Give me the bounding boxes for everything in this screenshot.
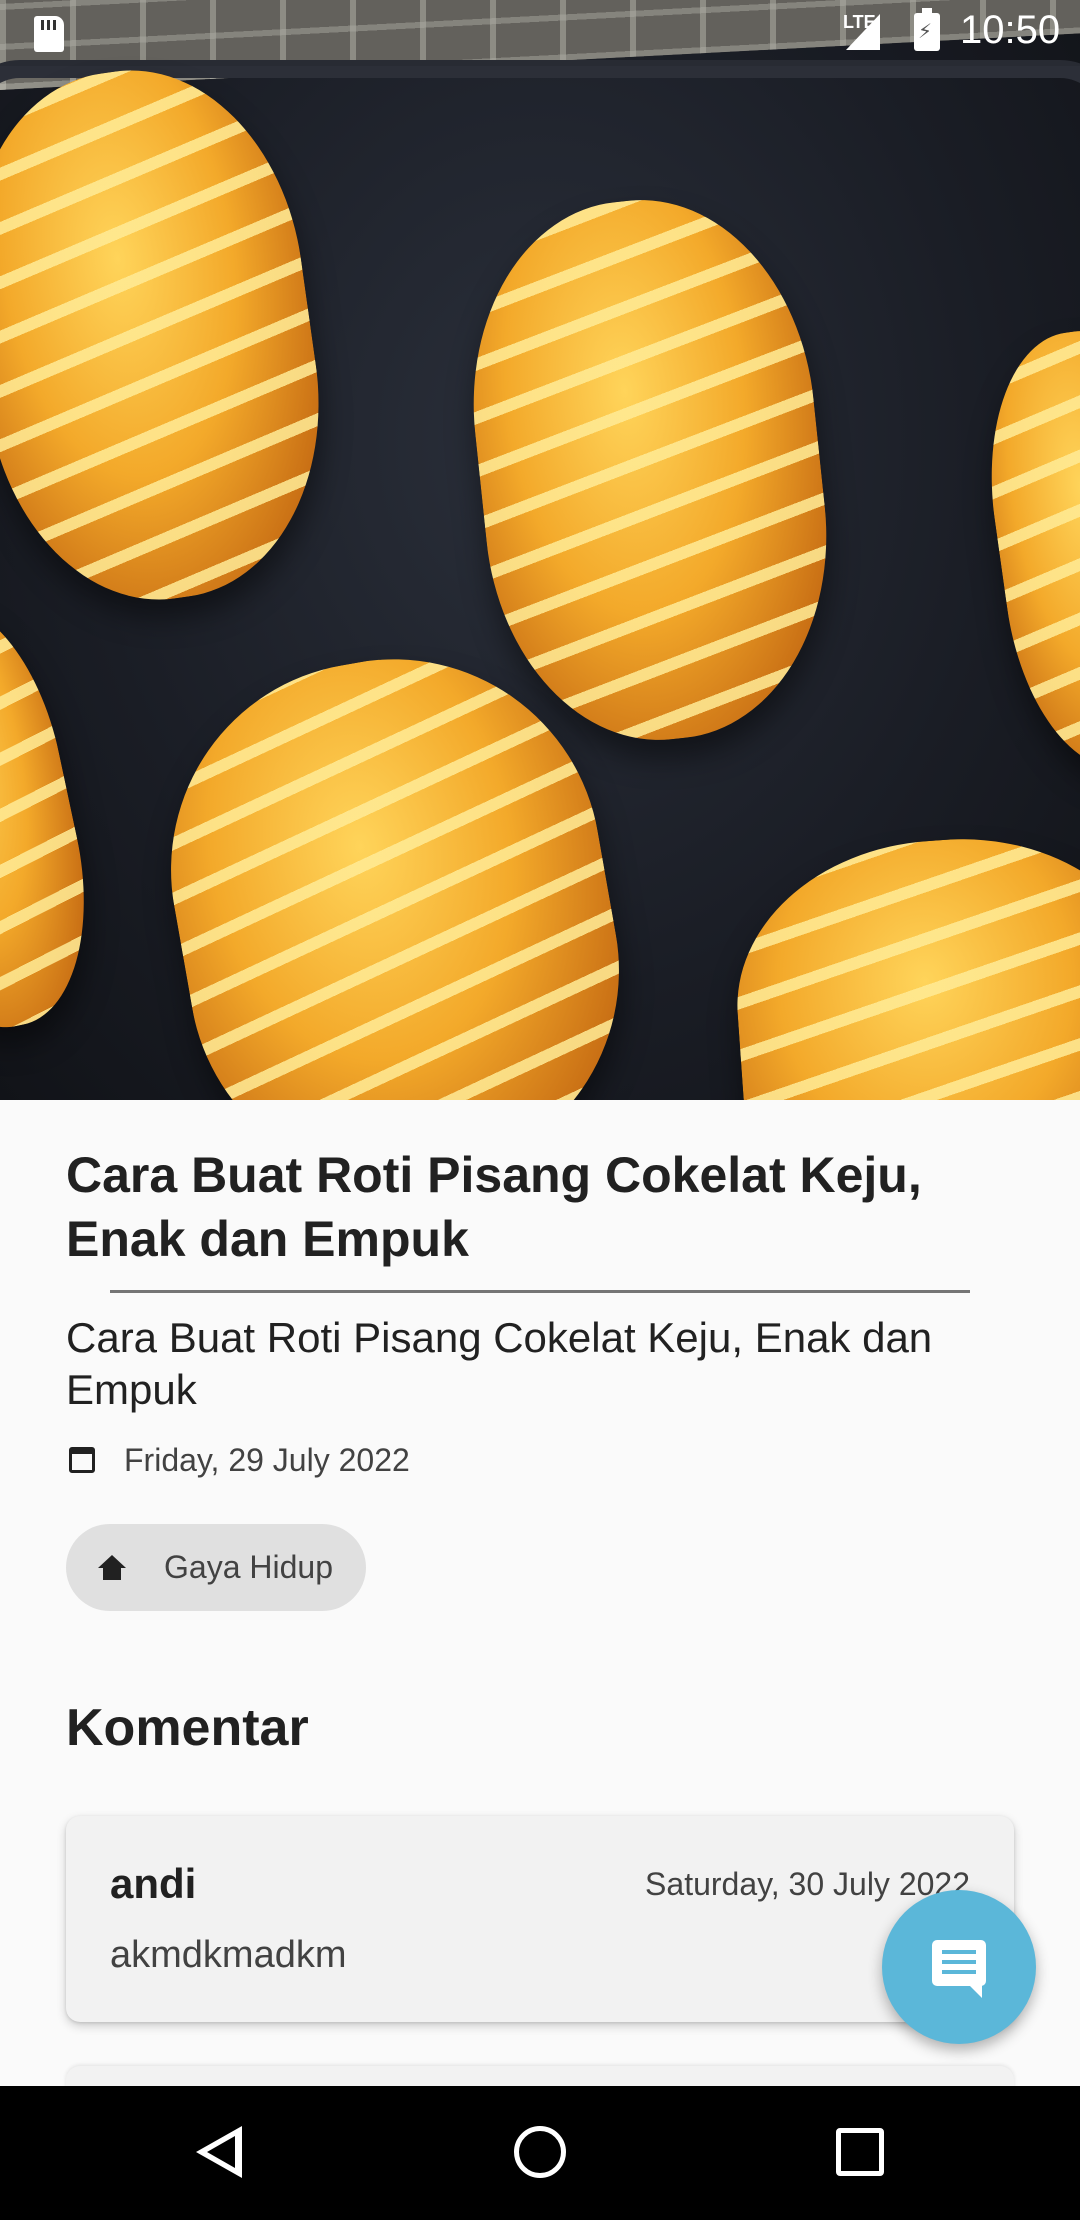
comments-section-title: Komentar — [66, 1699, 309, 1757]
article-hero-image: LTE 10:50 — [0, 0, 1080, 1100]
comment-text: akmdkmadkm — [110, 1934, 347, 1976]
back-icon[interactable] — [196, 2126, 242, 2178]
comment-icon — [932, 1940, 986, 1998]
comment-date: Saturday, 30 July 2022 — [645, 1866, 970, 1902]
comment-card[interactable]: andi Saturday, 30 July 2022 akmdkmadkm — [66, 1816, 1014, 2022]
calendar-icon — [69, 1447, 95, 1473]
status-time: 10:50 — [960, 8, 1061, 52]
category-chip[interactable]: Gaya Hidup — [66, 1524, 366, 1611]
home-button-icon[interactable] — [514, 2126, 566, 2178]
article-date: Friday, 29 July 2022 — [124, 1441, 410, 1478]
navigation-bar — [0, 2086, 1080, 2220]
add-comment-button[interactable] — [882, 1890, 1036, 2044]
sd-card-icon — [34, 16, 64, 52]
home-icon — [98, 1554, 126, 1581]
status-bar: LTE 10:50 — [0, 0, 1080, 66]
article-date-row: Friday, 29 July 2022 — [66, 1438, 410, 1482]
title-divider — [110, 1290, 970, 1293]
battery-charging-icon — [914, 8, 940, 51]
comment-author: andi — [110, 1860, 197, 1907]
article-title: Cara Buat Roti Pisang Cokelat Keju, Enak… — [66, 1147, 922, 1267]
article-subtitle: Cara Buat Roti Pisang Cokelat Keju, Enak… — [66, 1314, 933, 1413]
recents-icon[interactable] — [836, 2128, 884, 2176]
category-label: Gaya Hidup — [164, 1549, 333, 1585]
network-type: LTE — [843, 12, 876, 32]
